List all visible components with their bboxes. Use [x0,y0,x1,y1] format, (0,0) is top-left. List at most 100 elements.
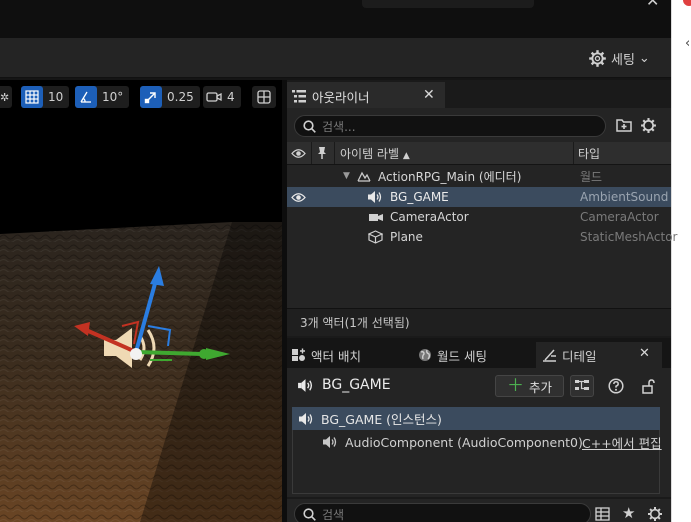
item-label-column-text: 아이템 라벨 [340,146,400,161]
close-tab-icon[interactable]: ✕ [423,87,435,103]
outliner-search-placeholder: 검색... [322,119,356,134]
table-view-icon[interactable] [595,507,610,521]
browser-badge-icon [683,0,691,6]
details-divider [287,497,671,499]
add-component-button[interactable]: ＋ 추가 [495,375,564,397]
visibility-eye-icon[interactable] [291,192,306,203]
row-type: StaticMeshActor [580,230,678,244]
blueprint-hierarchy-button[interactable] [570,375,594,397]
row-type: 월드 [580,169,603,184]
table-row[interactable]: BG_GAME AmbientSound [287,187,671,207]
row-name: BG_GAME [390,190,449,204]
tab-details-label: 디테일 [562,348,597,364]
sound-speaker-icon [368,191,382,203]
outliner-list-icon [292,89,306,102]
component-root-row[interactable]: BG_GAME (인스턴스) [292,407,660,430]
camera-speed-value: 4 [227,90,235,104]
pencil-details-icon [543,349,556,362]
outliner-status-bar: 3개 액터(1개 선택됨) [287,308,671,336]
sort-ascending-icon: ▲ [402,150,410,161]
row-name: Plane [390,230,423,244]
help-button[interactable] [604,375,628,397]
row-type: AmbientSound [580,190,669,204]
sound-speaker-icon [323,436,337,448]
component-child-row[interactable]: AudioComponent (AudioComponent0) C++에서 편… [292,432,662,452]
edit-in-cpp-link[interactable]: C++에서 편집 [582,433,662,452]
help-question-icon [608,378,624,394]
visibility-eye-icon[interactable] [291,148,306,159]
unlock-icon [642,378,655,394]
search-icon [303,119,316,133]
tab-outliner[interactable]: 아웃라이너 ✕ [287,82,445,108]
sound-speaker-icon [299,412,313,425]
tab-world-settings[interactable]: 월드 세팅 [418,342,487,368]
transform-gizmo[interactable] [60,256,240,396]
chevron-down-icon: ⌄ [638,50,650,66]
scale-snap-control[interactable]: 0.25 [140,86,200,108]
layout-button[interactable] [252,86,276,108]
actor-name[interactable]: BG_GAME [322,377,391,393]
layout-grid-icon [257,90,271,104]
type-column[interactable]: 타입 [578,145,600,162]
root-component-label: BG_GAME (인스턴스) [321,412,442,427]
title-search-pill[interactable] [362,0,534,8]
lock-button[interactable] [636,375,660,397]
tab-details[interactable]: 디테일 [542,342,597,368]
world-icon [357,171,371,182]
table-row[interactable]: Plane StaticMeshActor [287,227,677,247]
browser-edge-strip: ‹ [671,0,691,522]
actor-count-text: 3개 액터(1개 선택됨) [300,316,410,330]
camera-icon [369,214,383,221]
gear-icon [589,49,606,67]
outliner-column-header: 아이템 라벨 ▲ 타입 [287,142,671,165]
row-name: ActionRPG_Main (에디터) [378,169,522,184]
main-toolbar [0,38,671,78]
transform-icon: ✲ [0,90,10,104]
tab-world-settings-label: 월드 세팅 [437,348,487,364]
globe-icon [419,349,431,361]
title-bar: ✕ [0,0,671,38]
row-name: CameraActor [390,210,469,224]
expand-arrow-icon[interactable]: ▼ [343,171,350,181]
favorite-star-icon[interactable]: ★ [622,504,635,522]
grid-icon[interactable] [21,86,43,108]
video-camera-icon[interactable] [203,86,225,108]
add-folder-icon[interactable] [616,117,633,133]
viewport-options-button[interactable]: ✲ [0,86,12,108]
grid-snap-value: 10 [48,90,64,104]
hierarchy-icon [575,380,589,390]
table-row[interactable]: ▼ ActionRPG_Main (에디터) 월드 [287,166,671,186]
outliner-search-input[interactable]: 검색... [294,115,606,137]
row-type: CameraActor [580,210,659,224]
table-row[interactable]: CameraActor CameraActor [287,207,671,227]
rotation-snap-control[interactable]: 10° [75,86,130,108]
rotation-snap-value: 10° [102,90,124,104]
camera-speed-control[interactable]: 4 [203,86,241,108]
close-details-tab-icon[interactable]: ✕ [639,346,650,361]
chevron-left-icon[interactable]: ‹ [685,36,690,51]
sound-speaker-icon [298,379,313,392]
scale-icon[interactable] [140,86,162,108]
place-actors-icon [292,348,305,361]
plus-icon: ＋ [506,375,524,396]
scale-snap-value: 0.25 [167,90,194,104]
pin-icon[interactable] [317,146,327,160]
level-viewport[interactable] [0,80,282,522]
tab-place-actors-label: 액터 배치 [311,348,361,364]
details-settings-gear-icon[interactable] [647,506,663,522]
settings-button[interactable]: 세팅 ⌄ [588,48,650,68]
details-search-placeholder: 검색 [322,507,345,522]
tab-place-actors[interactable]: 액터 배치 [291,342,361,368]
grid-snap-control[interactable]: 10 [21,86,70,108]
search-icon [303,507,316,521]
viewport-toolbar: ✲ 10 10° 0.25 4 [0,86,282,110]
window-close-icon[interactable]: ✕ [646,0,659,10]
static-mesh-cube-icon [368,230,383,244]
outliner-settings-gear-icon[interactable] [640,117,657,134]
angle-icon[interactable] [75,86,97,108]
item-label-column[interactable]: 아이템 라벨 ▲ [340,145,410,162]
details-search-input[interactable]: 검색 [294,503,591,522]
settings-label: 세팅 [611,52,635,68]
child-component-label: AudioComponent (AudioComponent0) [345,434,583,450]
add-label: 추가 [528,379,552,395]
